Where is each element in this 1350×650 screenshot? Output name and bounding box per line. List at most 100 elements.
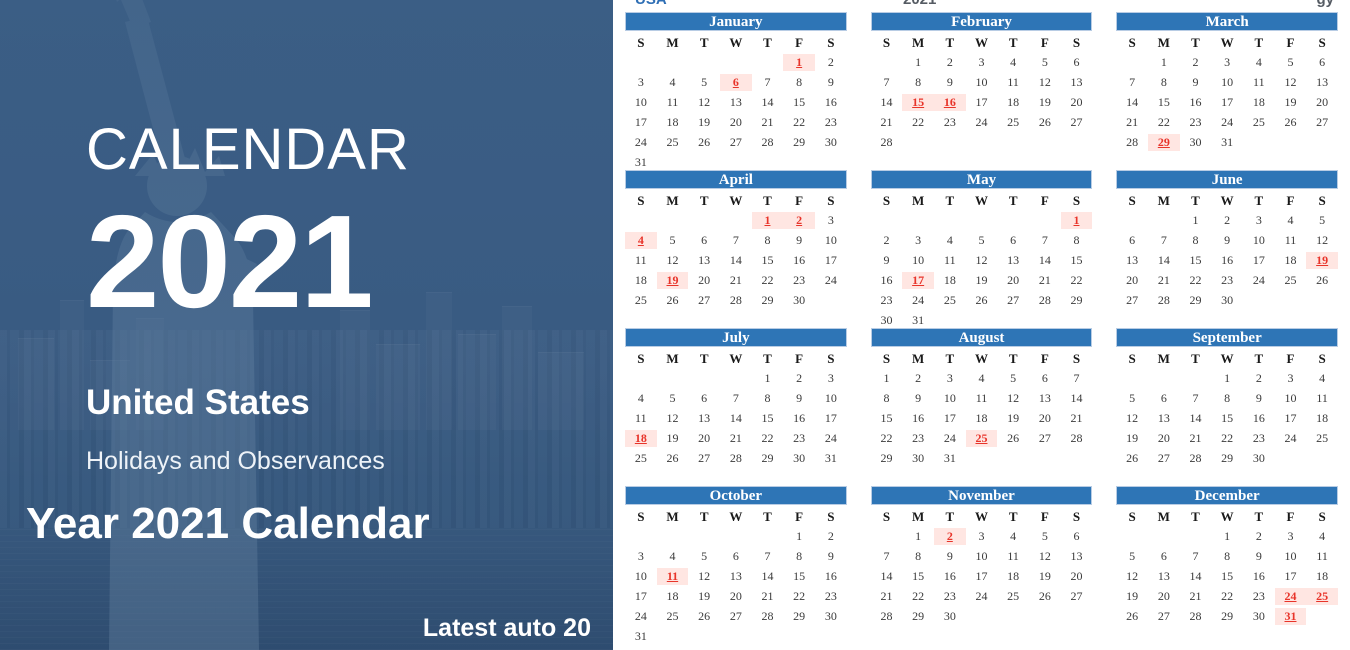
day-cell[interactable]: 3: [815, 370, 847, 387]
day-cell[interactable]: 18: [934, 272, 966, 289]
day-cell[interactable]: 24: [815, 272, 847, 289]
day-cell[interactable]: 22: [783, 588, 815, 605]
day-cell[interactable]: 4: [657, 74, 689, 91]
day-cell[interactable]: 16: [934, 568, 966, 585]
day-cell[interactable]: 15: [871, 410, 903, 427]
day-cell[interactable]: 21: [1029, 272, 1061, 289]
day-cell[interactable]: 19: [997, 410, 1029, 427]
day-cell[interactable]: 7: [1180, 548, 1212, 565]
day-cell[interactable]: 4: [966, 370, 998, 387]
day-cell[interactable]: 21: [1116, 114, 1148, 131]
day-cell[interactable]: 30: [815, 608, 847, 625]
day-cell[interactable]: 23: [815, 588, 847, 605]
day-cell[interactable]: 15: [752, 252, 784, 269]
day-cell[interactable]: 16: [871, 272, 903, 289]
day-cell[interactable]: 6: [688, 232, 720, 249]
day-cell[interactable]: 28: [1061, 430, 1093, 447]
day-cell[interactable]: 12: [688, 94, 720, 111]
day-cell[interactable]: 12: [657, 410, 689, 427]
day-cell[interactable]: 26: [1029, 114, 1061, 131]
day-cell[interactable]: 12: [1306, 232, 1338, 249]
day-cell[interactable]: 7: [1148, 232, 1180, 249]
day-cell[interactable]: 15: [783, 94, 815, 111]
day-cell-holiday[interactable]: 18: [625, 430, 657, 447]
day-cell[interactable]: 18: [1243, 94, 1275, 111]
day-cell[interactable]: 29: [871, 450, 903, 467]
day-cell-holiday[interactable]: 19: [656, 272, 689, 289]
day-cell-holiday[interactable]: 6: [719, 74, 752, 91]
day-cell[interactable]: 21: [1061, 410, 1093, 427]
day-cell[interactable]: 24: [625, 134, 657, 151]
day-cell[interactable]: 16: [815, 568, 847, 585]
day-cell[interactable]: 14: [1148, 252, 1180, 269]
day-cell[interactable]: 25: [625, 292, 657, 309]
day-cell[interactable]: 2: [934, 54, 966, 71]
day-cell[interactable]: 9: [1243, 390, 1275, 407]
day-cell[interactable]: 15: [1061, 252, 1093, 269]
day-cell[interactable]: 7: [752, 74, 784, 91]
day-cell[interactable]: 25: [657, 608, 689, 625]
day-cell[interactable]: 11: [625, 410, 657, 427]
day-cell[interactable]: 16: [1243, 568, 1275, 585]
day-cell[interactable]: 31: [1211, 134, 1243, 151]
day-cell[interactable]: 7: [720, 390, 752, 407]
day-cell[interactable]: 8: [752, 390, 784, 407]
day-cell[interactable]: 7: [1116, 74, 1148, 91]
day-cell[interactable]: 9: [815, 548, 847, 565]
day-cell[interactable]: 13: [1061, 74, 1093, 91]
day-cell[interactable]: 11: [1306, 548, 1338, 565]
day-cell[interactable]: 19: [688, 588, 720, 605]
day-cell[interactable]: 30: [871, 312, 903, 329]
day-cell[interactable]: 10: [966, 74, 998, 91]
day-cell[interactable]: 6: [1029, 370, 1061, 387]
day-cell[interactable]: 10: [625, 94, 657, 111]
day-cell[interactable]: 10: [815, 390, 847, 407]
day-cell[interactable]: 22: [1180, 272, 1212, 289]
day-cell[interactable]: 26: [966, 292, 998, 309]
day-cell[interactable]: 3: [1243, 212, 1275, 229]
day-cell[interactable]: 21: [871, 588, 903, 605]
day-cell-holiday[interactable]: 17: [902, 272, 934, 289]
day-cell[interactable]: 19: [1029, 568, 1061, 585]
day-cell[interactable]: 2: [815, 528, 847, 545]
day-cell[interactable]: 4: [934, 232, 966, 249]
day-cell[interactable]: 18: [1275, 252, 1307, 269]
day-cell[interactable]: 9: [871, 252, 903, 269]
day-cell[interactable]: 12: [997, 390, 1029, 407]
day-cell[interactable]: 13: [1148, 410, 1180, 427]
day-cell[interactable]: 14: [871, 568, 903, 585]
day-cell[interactable]: 16: [1243, 410, 1275, 427]
day-cell[interactable]: 23: [1243, 588, 1275, 605]
day-cell[interactable]: 17: [815, 252, 847, 269]
day-cell[interactable]: 13: [1029, 390, 1061, 407]
day-cell[interactable]: 7: [1061, 370, 1093, 387]
day-cell[interactable]: 14: [1029, 252, 1061, 269]
day-cell[interactable]: 31: [902, 312, 934, 329]
day-cell[interactable]: 13: [720, 568, 752, 585]
day-cell[interactable]: 12: [1116, 568, 1148, 585]
day-cell[interactable]: 20: [720, 114, 752, 131]
day-cell[interactable]: 2: [902, 370, 934, 387]
day-cell[interactable]: 9: [1243, 548, 1275, 565]
day-cell[interactable]: 29: [902, 608, 934, 625]
day-cell[interactable]: 20: [1061, 568, 1093, 585]
day-cell[interactable]: 15: [783, 568, 815, 585]
day-cell[interactable]: 3: [934, 370, 966, 387]
day-cell[interactable]: 12: [688, 568, 720, 585]
day-cell[interactable]: 23: [871, 292, 903, 309]
day-cell[interactable]: 6: [688, 390, 720, 407]
day-cell[interactable]: 10: [934, 390, 966, 407]
day-cell[interactable]: 25: [997, 588, 1029, 605]
day-cell[interactable]: 5: [1029, 54, 1061, 71]
day-cell[interactable]: 9: [934, 548, 966, 565]
day-cell[interactable]: 6: [1148, 390, 1180, 407]
day-cell[interactable]: 12: [657, 252, 689, 269]
day-cell[interactable]: 7: [871, 548, 903, 565]
day-cell[interactable]: 7: [720, 232, 752, 249]
day-cell[interactable]: 6: [1061, 54, 1093, 71]
day-cell[interactable]: 25: [1243, 114, 1275, 131]
day-cell[interactable]: 27: [1306, 114, 1338, 131]
day-cell[interactable]: 8: [1211, 548, 1243, 565]
day-cell[interactable]: 17: [815, 410, 847, 427]
day-cell[interactable]: 4: [997, 528, 1029, 545]
